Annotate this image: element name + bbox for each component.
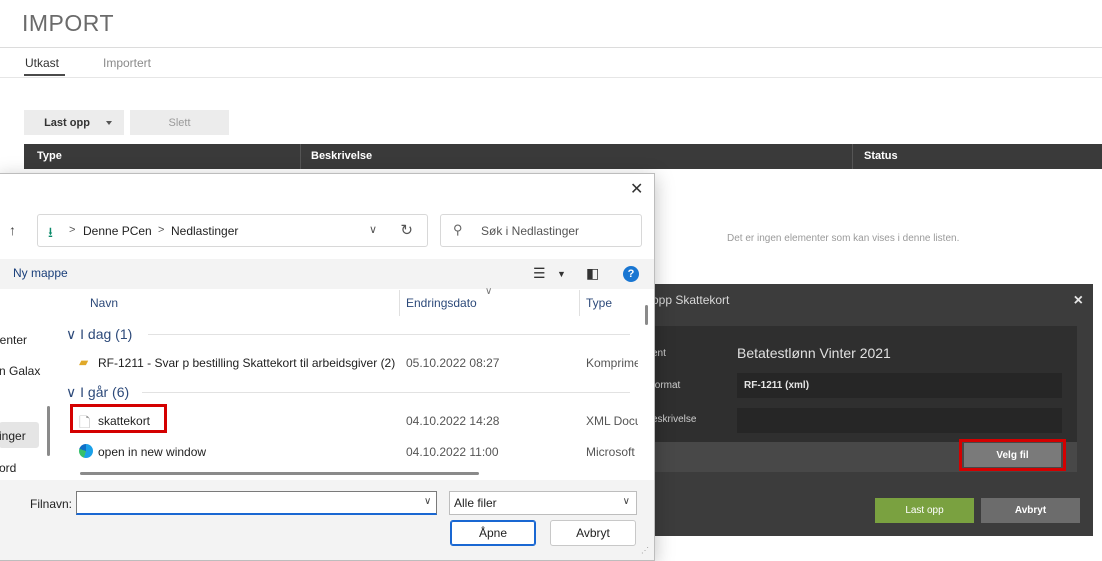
new-folder-button[interactable]: Ny mappe [13,266,68,280]
close-icon[interactable]: ✕ [630,179,643,199]
chevron-down-icon: ∨ [622,496,630,507]
file-type: Komprimert [586,356,638,370]
nav-item-downloads[interactable]: inger [0,429,26,443]
modal-title: opp Skattekort [652,293,730,307]
field-label-format: format [652,380,681,391]
tab-utkast[interactable]: Utkast [25,56,59,70]
field-label-description: eskrivelse [652,414,697,425]
file-type: Microsoft [586,445,635,459]
vertical-scrollbar[interactable] [645,305,648,325]
chevron-down-icon[interactable]: ∨ [369,223,377,236]
search-box[interactable]: ⚲ Søk i Nedlastinger [440,214,642,247]
table-header: Type Beskrivelse Status [24,144,1102,169]
group-label: I går (6) [80,384,130,400]
cancel-button[interactable]: Avbryt [981,498,1080,523]
nav-item-1[interactable]: enter [0,333,27,347]
column-description[interactable]: Beskrivelse [311,150,372,162]
column-date[interactable]: Endringsdato [406,296,477,310]
description-input[interactable] [737,408,1062,433]
group-header-today[interactable]: ∨ I dag (1) [66,326,132,343]
column-type[interactable]: Type [37,150,62,162]
column-separator [579,290,580,316]
column-type[interactable]: Type [586,296,612,310]
client-value: Betatestlønn Vinter 2021 [737,345,891,361]
column-separator [300,144,301,169]
sort-caret-icon: ∨ [485,286,493,297]
breadcrumb-downloads[interactable]: Nedlastinger [171,224,238,238]
empty-list-message: Det er ingen elementer som kan vises i d… [727,233,960,244]
download-icon: ⭳ [48,224,53,240]
chevron-right-icon: > [69,224,76,236]
nav-item-4[interactable]: ord [0,461,16,475]
column-separator [399,290,400,316]
chevron-down-icon[interactable]: ▼ [557,269,566,279]
upload-dropdown-button[interactable]: Last opp [24,110,124,135]
search-placeholder: Søk i Nedlastinger [481,224,580,238]
chevron-right-icon: > [158,224,165,236]
open-button[interactable]: Åpne [450,520,536,546]
filename-input[interactable] [76,491,437,515]
edge-icon [79,444,93,458]
file-date: 04.10.2022 11:00 [406,445,499,459]
column-status[interactable]: Status [864,150,898,162]
file-date: 04.10.2022 14:28 [406,414,500,428]
command-bar [0,259,654,289]
upload-button-label: Last opp [44,116,90,129]
page-title: IMPORT [22,10,115,36]
close-icon[interactable]: × [1074,292,1083,310]
breadcrumb-this-pc[interactable]: Denne PCen [83,224,152,238]
format-select[interactable]: RF-1211 (xml) [737,373,1062,398]
horizontal-scrollbar[interactable] [80,472,479,475]
file-name[interactable]: open in new window [98,445,206,459]
group-divider [148,334,630,335]
highlight-box [70,404,167,433]
column-separator [852,144,853,169]
help-icon[interactable]: ? [623,266,639,282]
preview-pane-icon[interactable]: ◧ [586,265,599,282]
chevron-down-icon: ∨ [66,326,77,342]
active-tab-indicator [24,74,65,76]
chevron-down-icon[interactable]: ∨ [424,496,431,507]
cancel-button[interactable]: Avbryt [550,520,636,546]
title-divider [0,47,1102,48]
caret-down-icon [106,121,112,125]
resize-grip-icon[interactable]: ⋰ [641,546,649,555]
filter-value: Alle filer [454,496,497,510]
address-bar[interactable]: ⭳ > Denne PCen > Nedlastinger ∨ ↻ [37,214,428,247]
group-divider [142,392,630,393]
chevron-down-icon: ∨ [66,384,77,400]
refresh-icon[interactable]: ↻ [400,221,413,239]
group-label: I dag (1) [80,326,133,342]
upload-button[interactable]: Last opp [875,498,974,523]
tab-importert[interactable]: Importert [103,56,151,70]
filename-label: Filnavn: [30,497,73,511]
search-icon: ⚲ [453,222,463,237]
group-header-yesterday[interactable]: ∨ I går (6) [66,384,129,401]
tab-divider [0,77,1102,78]
nav-scrollbar[interactable] [47,406,50,456]
file-date: 05.10.2022 08:27 [406,356,500,370]
nav-item-2[interactable]: n Galax [0,364,40,378]
file-type-filter[interactable]: Alle filer ∨ [449,491,637,515]
arrow-up-icon[interactable]: ↑ [9,222,16,238]
column-name[interactable]: Navn [90,296,118,310]
file-name[interactable]: RF-1211 - Svar p bestilling Skattekort t… [98,356,395,370]
file-type: XML Document [586,414,638,428]
view-list-icon[interactable]: ☰ [533,265,546,282]
choose-file-button[interactable]: Velg fil [964,443,1061,467]
zip-folder-icon: ▰ [79,355,89,369]
delete-button[interactable]: Slett [130,110,229,135]
